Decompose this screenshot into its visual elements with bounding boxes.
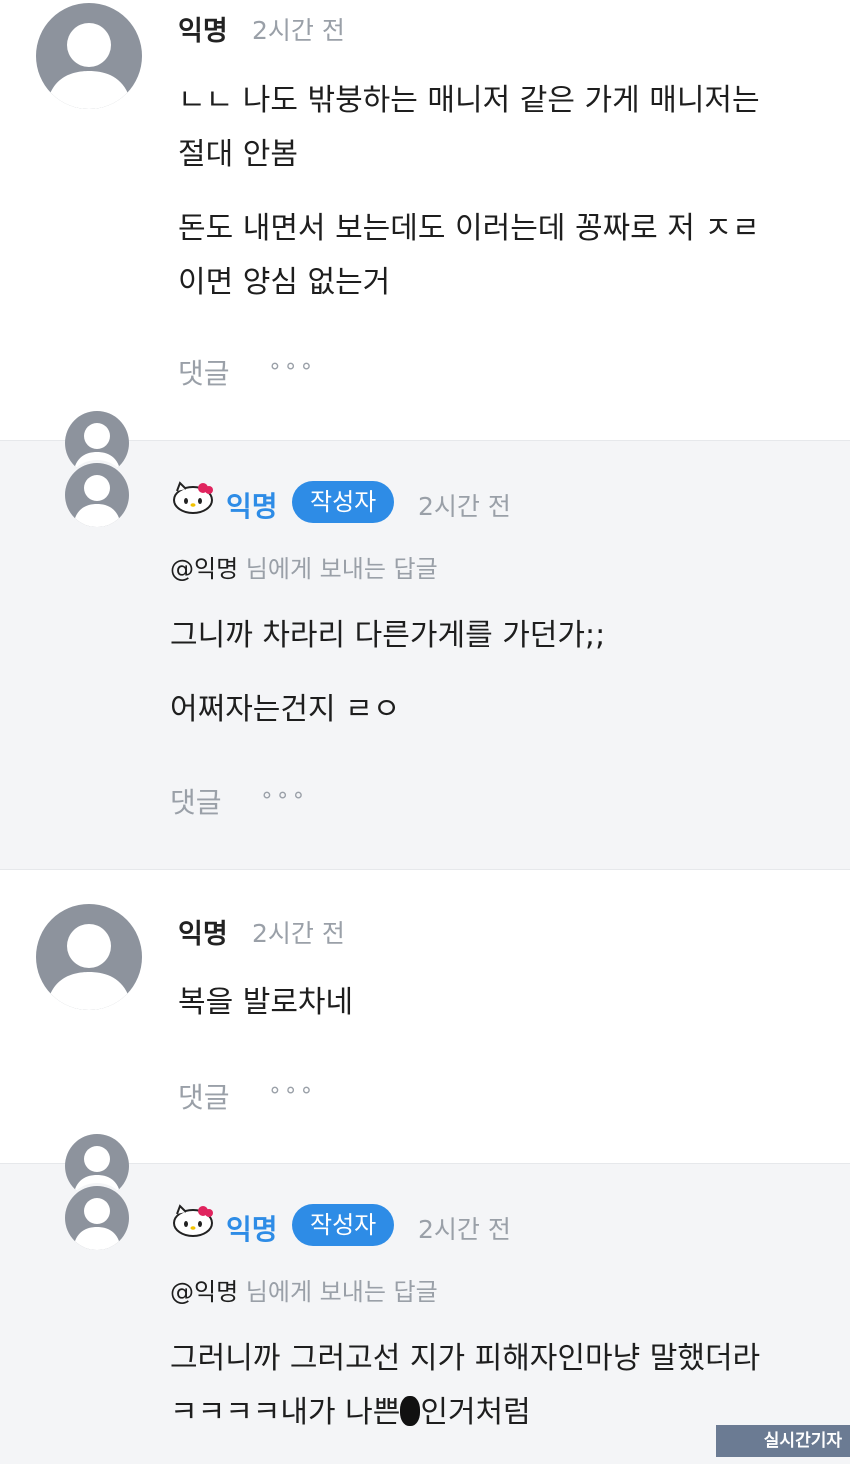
avatar-icon[interactable] (65, 463, 129, 527)
comment-time: 2시간 전 (418, 1215, 511, 1244)
reply-mention: @익명 님에게 보내는 답글 (170, 1272, 438, 1307)
reply-button[interactable]: 댓글 (170, 781, 222, 821)
mention-user[interactable]: @익명 (170, 555, 238, 583)
comment-line: 그러니까 그러고선 지가 피해자인마냥 말했더라 (170, 1341, 761, 1376)
author-badge: 작성자 (292, 1204, 395, 1246)
comment-time: 2시간 전 (418, 492, 511, 521)
comment-time: 2시간 전 (252, 16, 345, 45)
comment-line: 어쩌자는건지 ㄹㅇ (170, 692, 401, 727)
comment-line: 돈도 내면서 보는데도 이러는데 꽁짜로 저 ㅈㄹ (178, 211, 760, 246)
hello-kitty-icon (173, 481, 213, 514)
avatar-icon[interactable] (65, 1186, 129, 1250)
comment-line: ㅋㅋㅋㅋ내가 나쁜 인거처럼 (170, 1395, 531, 1430)
avatar-icon[interactable] (36, 904, 142, 1010)
watermark-text: 실시간기자 (763, 1431, 842, 1451)
more-dots-icon[interactable]: ∘∘∘ (260, 783, 307, 808)
author-name[interactable]: 익명 (178, 9, 228, 48)
mention-user[interactable]: @익명 (170, 1278, 238, 1306)
mention-note: 님에게 보내는 답글 (238, 555, 438, 583)
avatar-icon[interactable] (36, 3, 142, 109)
author-name[interactable]: 익명 (178, 912, 228, 951)
more-dots-icon[interactable]: ∘∘∘ (268, 354, 315, 379)
author-badge: 작성자 (292, 481, 395, 523)
more-dots-icon[interactable]: ∘∘∘ (268, 1078, 315, 1103)
comment-text: ㄴㄴ 나도 밖붕하는 매니저 같은 가게 매니저는 절대 안봄 돈도 내면서 보… (178, 74, 760, 310)
reply-comment-1: 익명 작성자 2시간 전 @익명 님에게 보내는 답글 그니까 차라리 다른가게… (0, 411, 850, 870)
censor-blot (400, 1396, 421, 1426)
comment-line: 이면 양심 없는거 (178, 265, 391, 300)
comment-line: ㄴㄴ 나도 밖붕하는 매니저 같은 가게 매니저는 (178, 83, 760, 118)
reply-mention: @익명 님에게 보내는 답글 (170, 549, 438, 584)
comment-time: 2시간 전 (252, 919, 345, 948)
reply-button[interactable]: 댓글 (178, 352, 230, 392)
comment-1: 익명 2시간 전 ㄴㄴ 나도 밖붕하는 매니저 같은 가게 매니저는 절대 안봄… (0, 0, 850, 440)
author-name[interactable]: 익명 (226, 485, 278, 525)
comment-line: 그니까 차라리 다른가게를 가던가;; (170, 618, 606, 653)
comment-text: 그러니까 그러고선 지가 피해자인마냥 말했더라 ㅋㅋㅋㅋ내가 나쁜 인거처럼 (170, 1332, 760, 1440)
comment-line: 복을 발로차네 (178, 985, 354, 1020)
reply-button[interactable]: 댓글 (178, 1076, 230, 1116)
watermark-logo: 실시간기자 (716, 1425, 850, 1457)
hello-kitty-icon (173, 1204, 213, 1237)
reply-comment-2: 익명 작성자 2시간 전 @익명 님에게 보내는 답글 그러니까 그러고선 지가… (0, 1134, 850, 1464)
comment-text: 그니까 차라리 다른가게를 가던가;; 어쩌자는건지 ㄹㅇ (170, 609, 605, 737)
comment-text: 복을 발로차네 (178, 976, 353, 1030)
mention-note: 님에게 보내는 답글 (238, 1278, 438, 1306)
comment-2: 익명 2시간 전 복을 발로차네 댓글 ∘∘∘ (0, 868, 850, 1164)
comment-line: 절대 안봄 (178, 137, 298, 172)
author-name[interactable]: 익명 (226, 1208, 278, 1248)
